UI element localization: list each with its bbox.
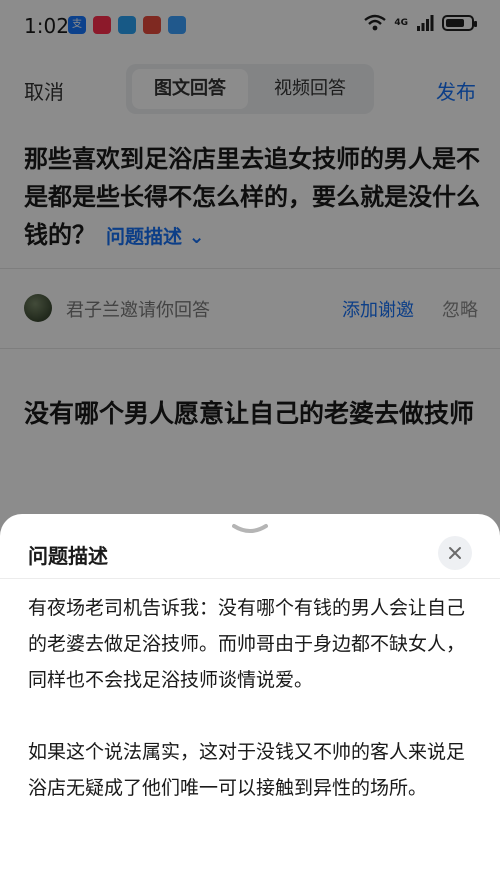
description-paragraph: 如果这个说法属实，这对于没钱又不帅的客人来说足浴店无疑成了他们唯一可以接触到异性… [28, 741, 466, 799]
description-bottom-sheet: 问题描述 有夜场老司机告诉我：没有哪个有钱的男人会让自己的老婆去做足浴技师。而帅… [0, 514, 500, 884]
close-button[interactable] [438, 536, 472, 570]
description-paragraph: 有夜场老司机告诉我：没有哪个有钱的男人会让自己的老婆去做足浴技师。而帅哥由于身边… [28, 597, 466, 691]
sheet-title: 问题描述 [28, 544, 108, 568]
description-body: 有夜场老司机告诉我：没有哪个有钱的男人会让自己的老婆去做足浴技师。而帅哥由于身边… [28, 590, 474, 842]
sheet-divider [0, 578, 500, 579]
sheet-handle-chevron-icon[interactable] [232, 522, 268, 536]
answer-editor-page: 1:02 支 4G 取消 图文回答 视频回答 发布 那些喜欢到足浴店里去追女技师… [0, 0, 500, 884]
close-icon [449, 547, 461, 559]
